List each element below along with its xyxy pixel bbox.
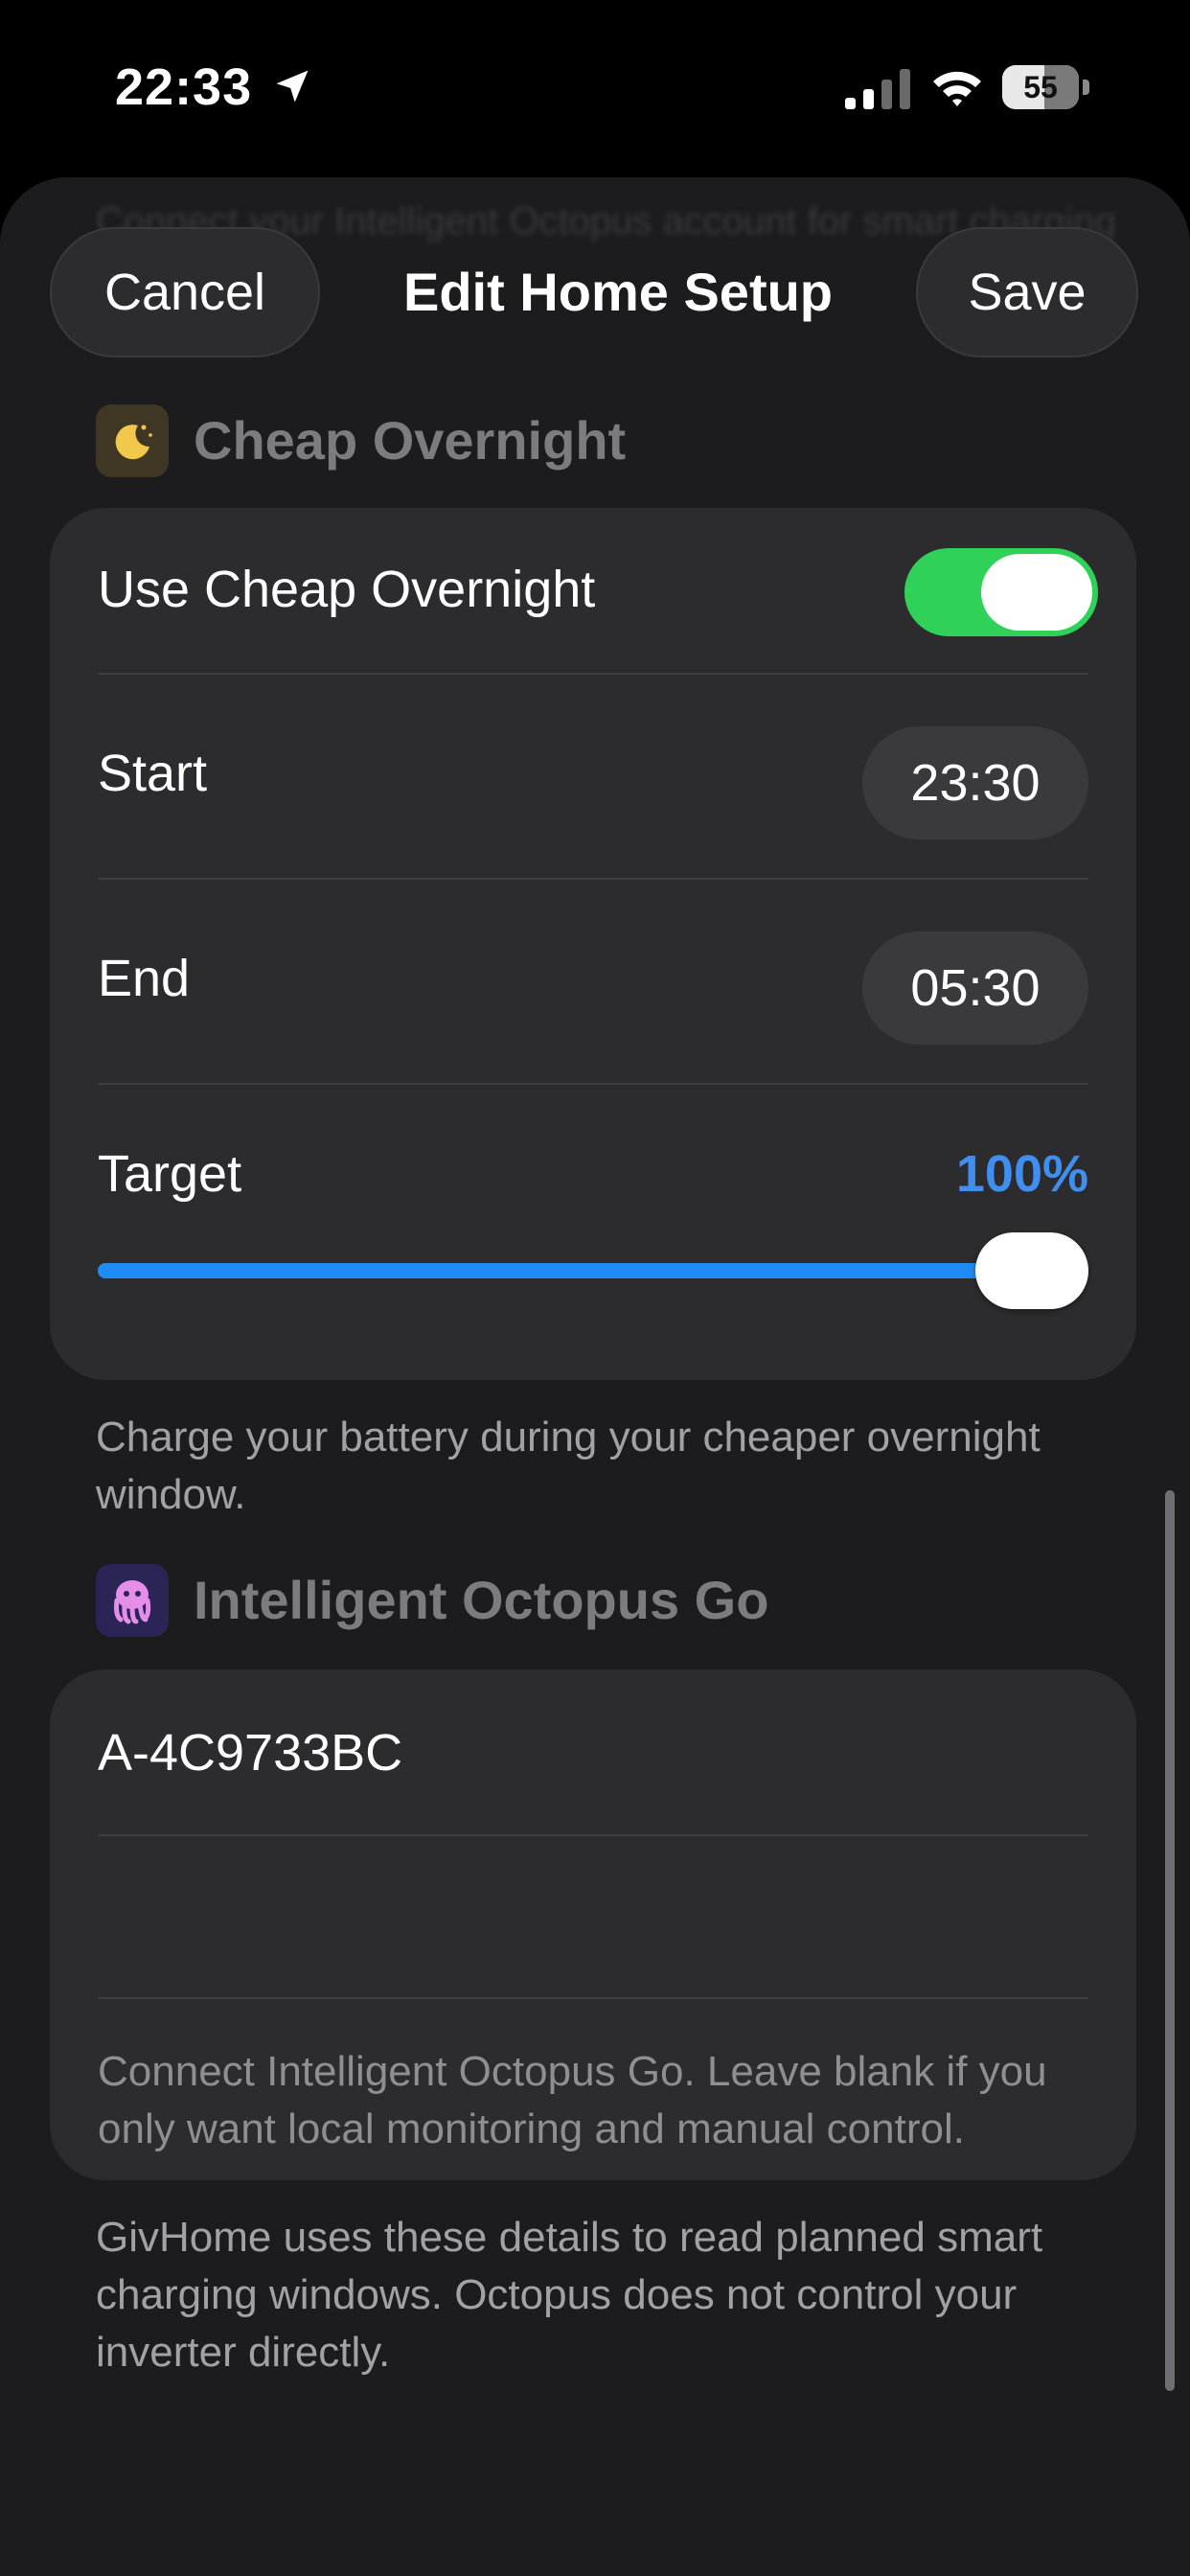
octopus-title: Intelligent Octopus Go (194, 1570, 769, 1630)
edit-sheet: Connect your Intelligent Octopus account… (0, 177, 1190, 2576)
divider (98, 1834, 1088, 1836)
target-slider-fill (98, 1263, 1088, 1278)
divider (98, 1997, 1088, 1999)
moon-icon (96, 404, 169, 477)
octopus-footnote: GivHome uses these details to read plann… (96, 2214, 1043, 2376)
end-time-picker[interactable]: 05:30 (862, 932, 1088, 1045)
target-value: 100% (955, 1145, 1088, 1203)
divider (98, 878, 1088, 880)
save-button[interactable]: Save (916, 227, 1138, 357)
octopus-icon (96, 1564, 169, 1637)
end-label: End (98, 950, 191, 1007)
start-time-picker[interactable]: 23:30 (862, 726, 1088, 840)
divider (98, 1083, 1088, 1085)
location-arrow-icon (276, 70, 309, 103)
page-title: Edit Home Setup (402, 262, 834, 322)
octopus-card-footnote: Connect Intelligent Octopus Go. Leave bl… (98, 2048, 1047, 2152)
toggle-knob (981, 554, 1092, 631)
battery-level: 55 (1023, 70, 1058, 104)
cancel-button[interactable]: Cancel (50, 227, 320, 357)
status-bar: 22:33 55 (0, 0, 1190, 177)
battery-body: 55 (1002, 65, 1079, 109)
target-slider[interactable] (98, 1263, 1088, 1278)
cheap-overnight-card: Use Cheap Overnight Start 23:30 End 05:3… (50, 508, 1136, 1380)
battery-cap (1083, 80, 1089, 95)
battery-icon: 55 (1002, 65, 1090, 109)
scroll-indicator[interactable] (1165, 1490, 1175, 2391)
api-key-input[interactable] (98, 1852, 1088, 1966)
target-label: Target (98, 1145, 242, 1203)
status-time: 22:33 (115, 58, 253, 116)
divider (98, 673, 1088, 675)
start-label: Start (98, 745, 208, 802)
wifi-icon (933, 71, 981, 106)
cellular-signal-icon (845, 69, 910, 109)
cheap-overnight-footnote: Charge your battery during your cheaper … (96, 1414, 1041, 1518)
cheap-overnight-title: Cheap Overnight (194, 410, 627, 471)
octopus-card: A-4C9733BC Connect Intelligent Octopus G… (50, 1669, 1136, 2180)
target-slider-knob[interactable] (975, 1232, 1088, 1309)
account-number-input[interactable]: A-4C9733BC (98, 1723, 402, 1782)
use-cheap-overnight-label: Use Cheap Overnight (98, 561, 596, 618)
use-cheap-overnight-toggle[interactable] (904, 548, 1098, 636)
